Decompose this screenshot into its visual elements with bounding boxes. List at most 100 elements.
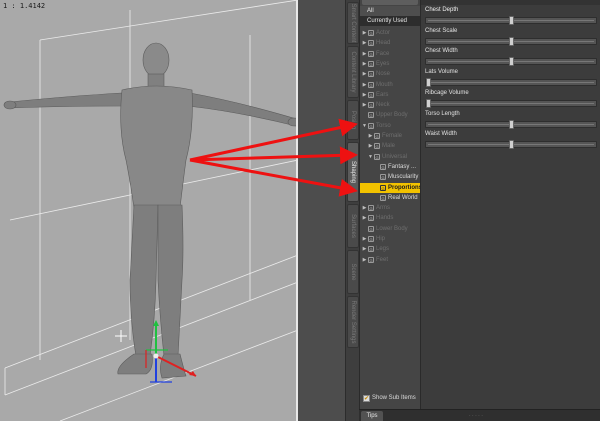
group-node-icon: G bbox=[368, 256, 374, 263]
checkmark-icon[interactable]: ✔ bbox=[363, 395, 370, 402]
category-item[interactable]: ▶ G Hands bbox=[360, 213, 421, 223]
category-item-label: Ears bbox=[376, 91, 389, 98]
tab-posing[interactable]: Posing bbox=[347, 100, 359, 140]
group-node-icon: G bbox=[380, 194, 386, 201]
bottom-bar: Tips · · · · · bbox=[359, 409, 600, 421]
tab-shaping[interactable]: Shaping bbox=[347, 142, 359, 202]
category-item-label: Nose bbox=[376, 71, 391, 78]
chevron-right-icon[interactable]: ▶ bbox=[362, 203, 367, 213]
tab-smart-content[interactable]: Smart Content bbox=[347, 2, 359, 44]
slider-track[interactable] bbox=[425, 99, 597, 107]
chevron-right-icon[interactable]: ▶ bbox=[362, 28, 367, 38]
group-node-icon: G bbox=[368, 60, 374, 67]
chevron-right-icon[interactable]: ▶ bbox=[362, 69, 367, 79]
chevron-right-icon[interactable]: ▶ bbox=[362, 234, 367, 244]
show-sub-items-option[interactable]: ✔ Show Sub Items bbox=[363, 394, 421, 403]
category-item[interactable]: G Real World bbox=[360, 193, 421, 203]
tab-label: Content Library bbox=[350, 51, 356, 93]
slider-handle[interactable] bbox=[509, 140, 514, 150]
chevron-right-icon[interactable]: ▶ bbox=[368, 131, 373, 141]
category-item-label: Proportions bbox=[388, 184, 422, 191]
slider-label: Chest Scale bbox=[425, 27, 458, 34]
slider-track-line bbox=[428, 82, 594, 84]
chevron-right-icon[interactable]: ▶ bbox=[368, 141, 373, 151]
category-item[interactable]: G Muscularity bbox=[360, 172, 421, 182]
chevron-down-icon[interactable]: ▼ bbox=[368, 152, 373, 162]
slider-handle[interactable] bbox=[426, 98, 431, 108]
tips-tab[interactable]: Tips bbox=[361, 411, 383, 421]
category-item[interactable]: ▶ G Neck bbox=[360, 100, 421, 110]
tab-content-library[interactable]: Content Library bbox=[347, 46, 359, 98]
group-node-icon: G bbox=[368, 91, 374, 98]
category-item[interactable]: ▶ G Mouth bbox=[360, 80, 421, 90]
tab-label: Scene bbox=[350, 263, 356, 281]
tab-label: Surfaces bbox=[350, 214, 356, 238]
chevron-down-icon[interactable]: ▼ bbox=[362, 121, 367, 131]
category-item[interactable]: ▶ G Ears bbox=[360, 90, 421, 100]
category-item-label: Hip bbox=[376, 236, 386, 242]
chevron-right-icon[interactable]: ▶ bbox=[362, 244, 367, 254]
category-item[interactable]: ▶ G Hip bbox=[360, 234, 421, 244]
pane-tab-strip: Smart Content Content Library Posing Shapin… bbox=[345, 0, 359, 421]
resize-grip-icon[interactable]: · · · · · bbox=[469, 413, 483, 419]
category-item-label: Eyes bbox=[376, 60, 390, 67]
chevron-right-icon[interactable]: ▶ bbox=[362, 90, 367, 100]
slider-handle[interactable] bbox=[509, 36, 514, 46]
category-item[interactable]: G Proportions bbox=[360, 182, 422, 193]
slider-handle[interactable] bbox=[509, 119, 514, 129]
slider-handle[interactable] bbox=[509, 57, 514, 67]
chevron-right-icon[interactable]: ▶ bbox=[362, 38, 367, 48]
tab-scene[interactable]: Scene bbox=[347, 250, 359, 294]
category-item-label: Female bbox=[382, 133, 403, 139]
pane-divider[interactable] bbox=[298, 0, 345, 421]
chevron-right-icon[interactable]: ▶ bbox=[362, 49, 367, 59]
sliders-header bbox=[421, 0, 600, 5]
chevron-right-icon[interactable]: ▶ bbox=[362, 80, 367, 90]
tab-label: Smart Content bbox=[350, 3, 356, 43]
viewport-zoom-label: 1 : 1.4142 bbox=[3, 2, 46, 10]
slider-track-line bbox=[428, 102, 594, 104]
category-item-label: Arms bbox=[376, 205, 390, 212]
tab-render-settings[interactable]: Render Settings bbox=[347, 296, 359, 348]
chevron-right-icon[interactable]: ▶ bbox=[362, 59, 367, 69]
category-item-label: Legs bbox=[376, 246, 390, 253]
category-item-label: Face bbox=[376, 50, 390, 57]
show-sub-items-label: Show Sub Items bbox=[372, 395, 416, 401]
group-node-icon: G bbox=[368, 112, 374, 119]
group-node-icon: G bbox=[380, 163, 386, 170]
category-item[interactable]: ▶ G Nose bbox=[360, 69, 421, 79]
category-item[interactable]: ▶ G Legs bbox=[360, 244, 421, 254]
chevron-right-icon[interactable]: ▶ bbox=[362, 255, 367, 265]
human-figure[interactable] bbox=[3, 42, 298, 379]
category-currently-used[interactable]: Currently Used bbox=[360, 16, 421, 26]
tab-surfaces[interactable]: Surfaces bbox=[347, 204, 359, 248]
category-all[interactable]: All bbox=[360, 6, 421, 16]
category-item[interactable]: ▶ G Head bbox=[360, 38, 421, 48]
slider-lats-volume: Lats Volume bbox=[424, 68, 599, 88]
chevron-right-icon[interactable]: ▶ bbox=[362, 100, 367, 110]
category-item[interactable]: G Fantasy ... bbox=[360, 162, 421, 172]
chevron-right-icon[interactable]: ▶ bbox=[362, 213, 367, 223]
group-node-icon: G bbox=[368, 102, 374, 109]
category-item[interactable]: ▶ G Feet bbox=[360, 255, 421, 265]
slider-handle[interactable] bbox=[509, 16, 514, 25]
group-node-icon: G bbox=[368, 205, 374, 212]
category-item[interactable]: ▼ G Universal bbox=[360, 152, 421, 162]
slider-track[interactable] bbox=[425, 79, 597, 87]
category-item-label: Lower Body bbox=[376, 225, 408, 232]
category-item[interactable]: ▶ G Actor bbox=[360, 28, 421, 38]
category-item[interactable]: ▶ G Male bbox=[360, 141, 421, 151]
category-item[interactable]: ▶ G Female bbox=[360, 131, 421, 141]
viewport[interactable]: 1 : 1.4142 bbox=[0, 0, 298, 421]
category-item[interactable]: ▼ G Torso bbox=[360, 121, 421, 131]
category-item[interactable]: G Lower Body bbox=[360, 224, 421, 234]
category-item[interactable]: ▶ G Face bbox=[360, 49, 421, 59]
category-item-label: Real World bbox=[388, 194, 418, 201]
category-item[interactable]: G Upper Body bbox=[360, 110, 421, 120]
category-item[interactable]: ▶ G Eyes bbox=[360, 59, 421, 69]
category-dropdown[interactable] bbox=[362, 0, 418, 5]
viewport-scene[interactable] bbox=[0, 0, 298, 421]
category-item[interactable]: ▶ G Arms bbox=[360, 203, 421, 213]
slider-torso-length: Torso Length bbox=[424, 110, 599, 130]
slider-handle[interactable] bbox=[426, 78, 431, 88]
